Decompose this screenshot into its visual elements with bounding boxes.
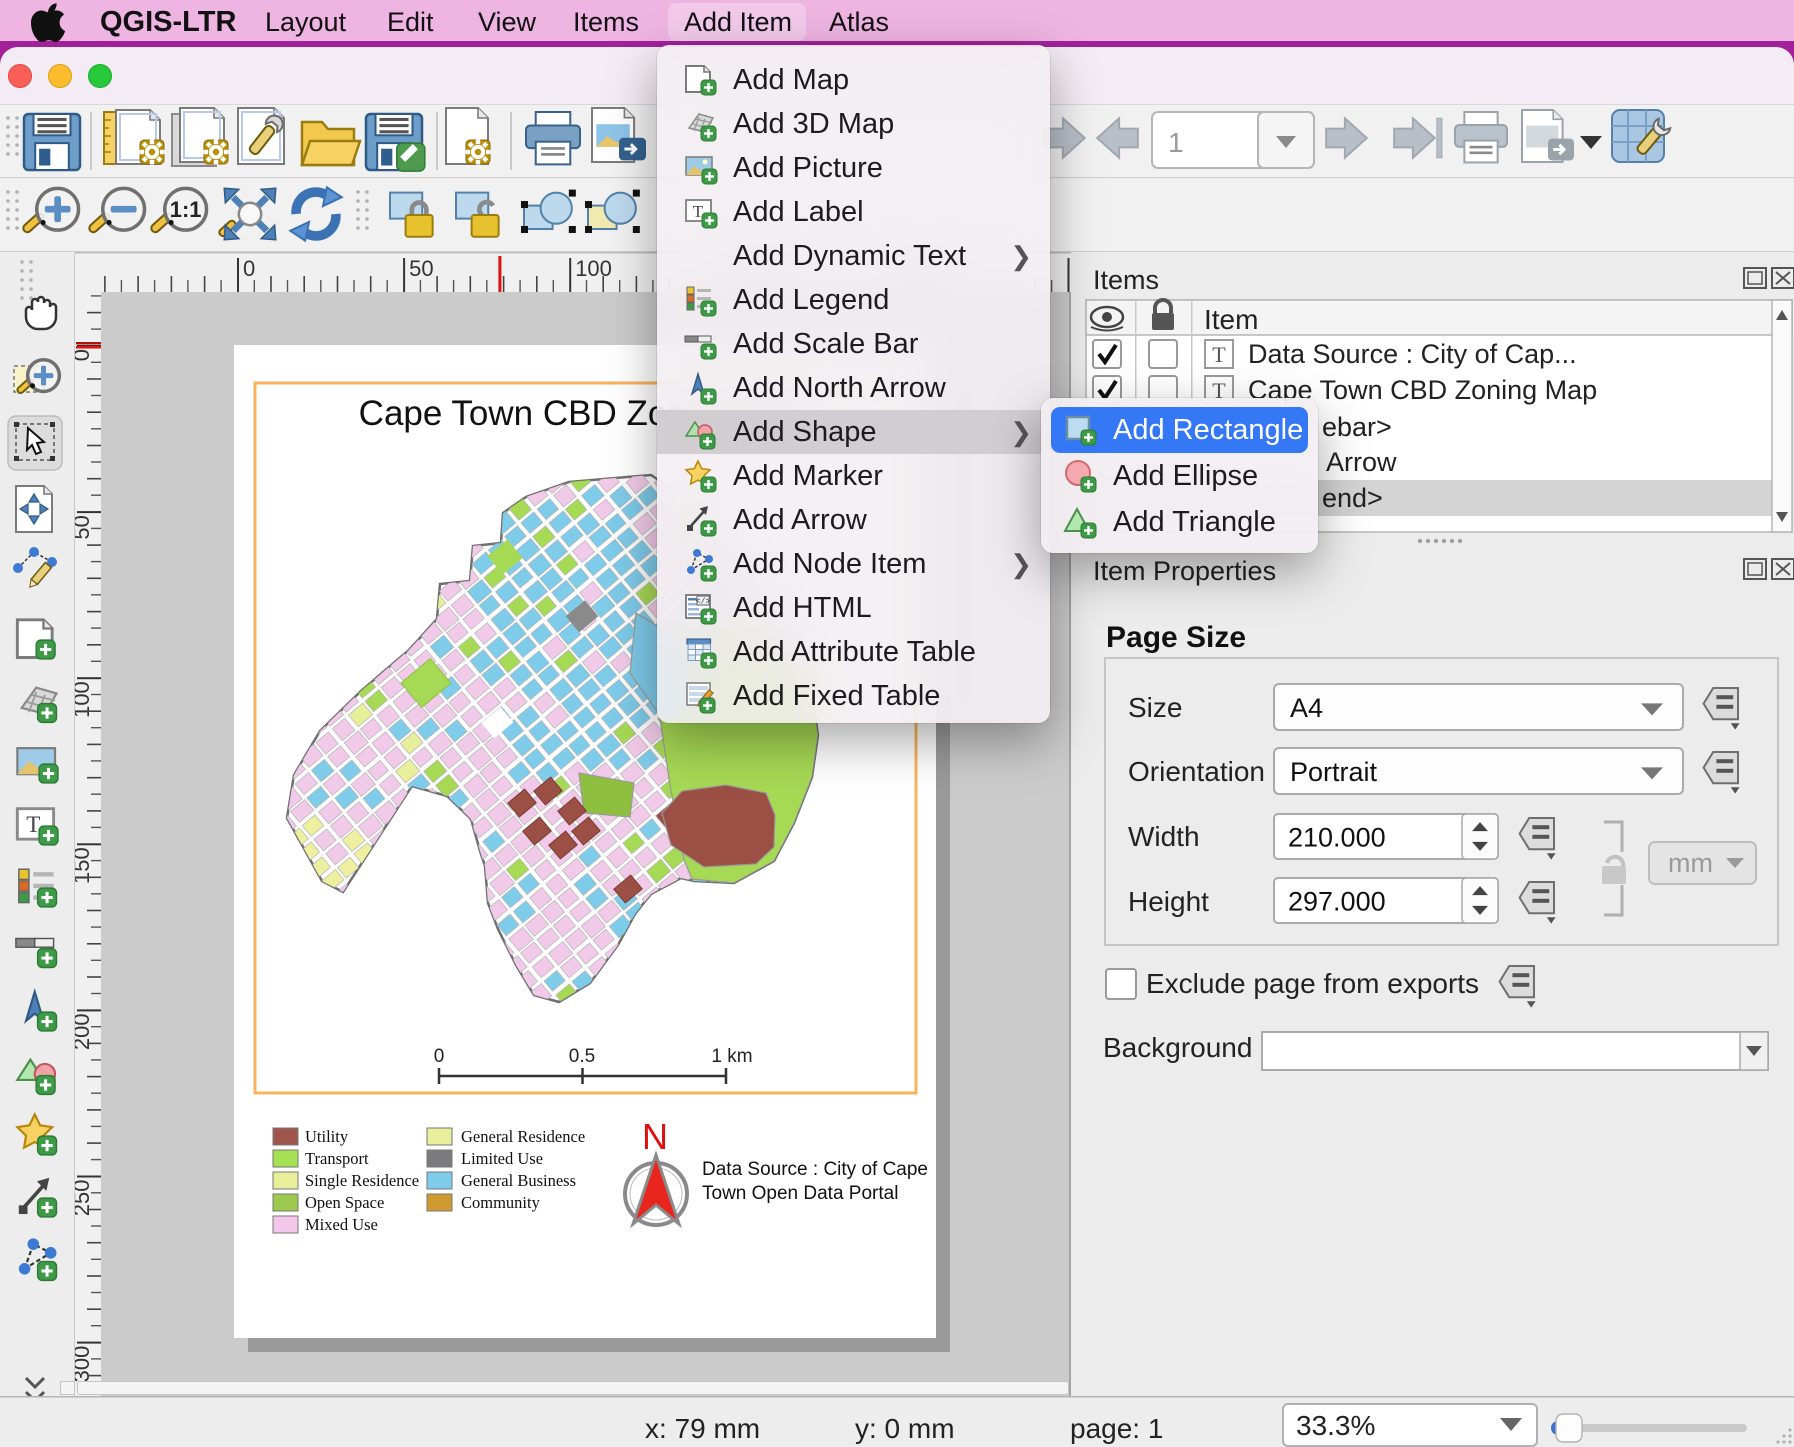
svg-text:Height: Height	[1128, 886, 1209, 917]
svg-text:Size: Size	[1128, 692, 1182, 723]
svg-text:Page Size: Page Size	[1106, 621, 1246, 654]
svg-text:</>: </>	[696, 598, 711, 607]
svg-text:Item Properties: Item Properties	[1093, 556, 1276, 586]
svg-text:33.3%: 33.3%	[1296, 1410, 1375, 1441]
svg-text:y: 0 mm: y: 0 mm	[855, 1413, 955, 1444]
svg-text:Items: Items	[1093, 265, 1159, 295]
svg-text:210.000: 210.000	[1288, 823, 1386, 853]
svg-text:250: 250	[75, 1180, 94, 1217]
svg-text:150: 150	[75, 847, 94, 884]
svg-text:end>: end>	[1322, 483, 1383, 513]
svg-text:Limited Use: Limited Use	[461, 1149, 543, 1168]
svg-text:Single Residence: Single Residence	[305, 1171, 419, 1190]
svg-text:0: 0	[75, 349, 94, 361]
svg-text:Background: Background	[1103, 1032, 1252, 1063]
svg-text:0.5: 0.5	[569, 1046, 595, 1067]
svg-text:mm: mm	[1668, 848, 1713, 878]
svg-text:1:1: 1:1	[170, 197, 202, 222]
svg-text:Mixed Use: Mixed Use	[305, 1215, 378, 1234]
svg-text:General Residence: General Residence	[461, 1127, 585, 1146]
svg-text:Arrow: Arrow	[1326, 447, 1397, 477]
svg-text:N: N	[642, 1116, 668, 1157]
svg-text:ebar>: ebar>	[1322, 412, 1392, 442]
svg-text:Orientation: Orientation	[1128, 756, 1265, 787]
svg-text:Item: Item	[1204, 304, 1258, 335]
svg-text:General Business: General Business	[461, 1171, 576, 1190]
svg-text:T: T	[1212, 342, 1226, 367]
svg-text:x: 79 mm: x: 79 mm	[645, 1413, 760, 1444]
svg-text:page: 1: page: 1	[1070, 1413, 1163, 1444]
svg-text:100: 100	[575, 256, 612, 281]
svg-text:300: 300	[75, 1346, 94, 1383]
svg-text:50: 50	[75, 515, 94, 539]
svg-text:Utility: Utility	[305, 1127, 349, 1146]
svg-text:Exclude page from exports: Exclude page from exports	[1146, 968, 1479, 999]
svg-text:Town Open Data Portal: Town Open Data Portal	[702, 1183, 898, 1204]
svg-text:Open Space: Open Space	[305, 1193, 384, 1212]
svg-text:100: 100	[75, 681, 94, 718]
svg-text:Data Source : City of Cape: Data Source : City of Cape	[702, 1159, 928, 1180]
svg-text:200: 200	[75, 1013, 94, 1050]
svg-text:Community: Community	[461, 1193, 541, 1212]
svg-text:Width: Width	[1128, 821, 1200, 852]
svg-text:Data Source : City of Cap...: Data Source : City of Cap...	[1248, 339, 1577, 369]
svg-text:1 km: 1 km	[711, 1046, 752, 1067]
svg-text:297.000: 297.000	[1288, 887, 1386, 917]
svg-text:Transport: Transport	[305, 1149, 369, 1168]
svg-text:0: 0	[434, 1046, 445, 1067]
svg-text:50: 50	[409, 256, 433, 281]
svg-text:0: 0	[243, 256, 255, 281]
svg-text:Portrait: Portrait	[1290, 757, 1378, 787]
svg-text:A4: A4	[1290, 693, 1323, 723]
svg-text:T: T	[26, 812, 40, 838]
